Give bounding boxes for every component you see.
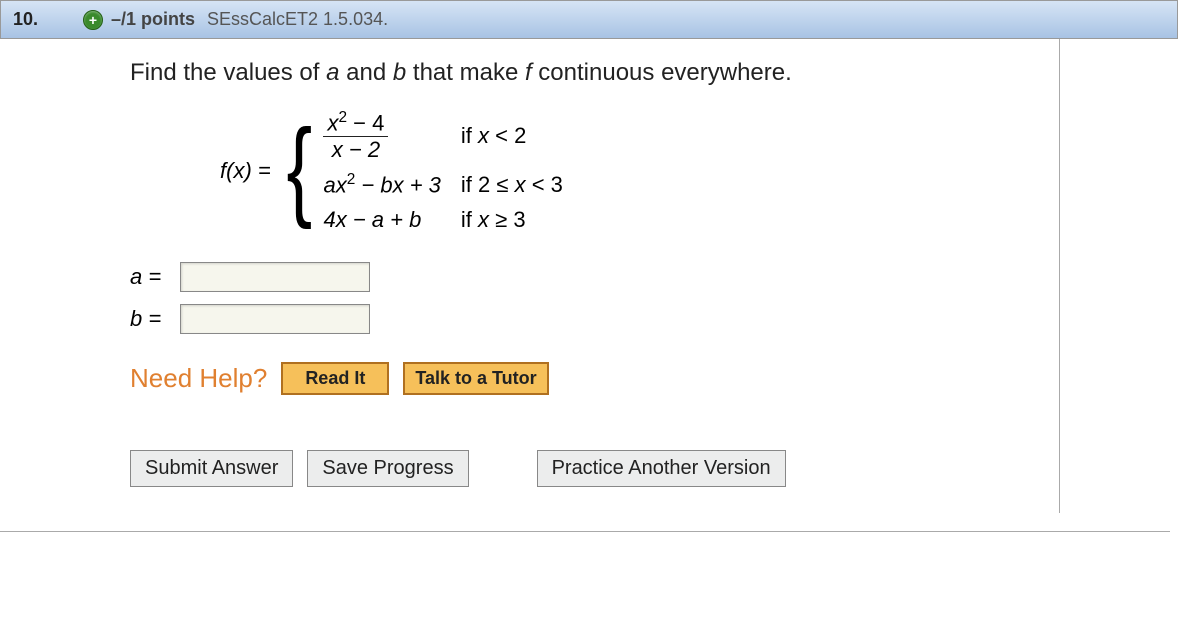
question-id: SEssCalcET2 1.5.034. (207, 9, 388, 30)
question-header: 10. + –/1 points SEssCalcET2 1.5.034. (0, 0, 1178, 39)
points-text: –/1 points (111, 9, 195, 30)
divider (0, 531, 1170, 532)
prompt-text: Find the values of (130, 59, 326, 86)
case-3-expr: 4x − a + b (323, 203, 460, 237)
fx-label: f(x) = (220, 158, 271, 183)
case-2-expr: ax2 − bx + 3 (323, 167, 460, 202)
math-text: 2 (347, 171, 356, 188)
submit-answer-button[interactable]: Submit Answer (130, 450, 293, 487)
save-progress-button[interactable]: Save Progress (307, 450, 468, 487)
math-text: < 3 (526, 172, 563, 197)
answer-a-row: a = (130, 262, 1029, 292)
var-a: a (326, 59, 339, 86)
action-row: Submit Answer Save Progress Practice Ano… (130, 450, 1029, 503)
answer-a-input[interactable] (180, 262, 370, 292)
answer-b-label: b = (130, 306, 161, 331)
question-prompt: Find the values of a and b that make f c… (130, 59, 1029, 87)
piecewise-function: f(x) = { x2 − 4 x − 2 if x < 2 ax2 − bx … (220, 105, 1029, 237)
math-text: if (461, 207, 478, 232)
prompt-text: and (339, 59, 392, 86)
case-1-expr: x2 − 4 x − 2 (323, 105, 460, 167)
answer-b-row: b = (130, 304, 1029, 334)
math-text: x (515, 172, 526, 197)
math-text: − 4 (347, 110, 384, 135)
var-b: b (393, 59, 406, 86)
read-it-button[interactable]: Read It (281, 362, 389, 395)
math-text: x (327, 110, 338, 135)
need-help-label: Need Help? (130, 363, 267, 394)
case-3-cond: if x ≥ 3 (461, 203, 563, 237)
case-2-cond: if 2 ≤ x < 3 (461, 167, 563, 202)
math-text: x (478, 207, 489, 232)
math-text: − bx + 3 (355, 173, 441, 198)
math-text: ax (323, 173, 346, 198)
prompt-text: that make (406, 59, 525, 86)
need-help-row: Need Help? Read It Talk to a Tutor (130, 362, 1029, 395)
practice-another-button[interactable]: Practice Another Version (537, 450, 786, 487)
math-text: 2 (338, 109, 347, 126)
var-f: f (525, 59, 532, 86)
math-text: if 2 ≤ (461, 172, 515, 197)
math-text: ≥ 3 (489, 207, 526, 232)
math-text: x − 2 (332, 137, 380, 162)
math-text: < 2 (489, 123, 526, 148)
answer-b-input[interactable] (180, 304, 370, 334)
math-text: x (478, 123, 489, 148)
prompt-text: continuous everywhere. (532, 59, 792, 86)
plus-icon[interactable]: + (83, 10, 103, 30)
math-text: 4x − a + b (323, 207, 421, 232)
answer-a-label: a = (130, 264, 161, 289)
talk-to-tutor-button[interactable]: Talk to a Tutor (403, 362, 548, 395)
question-number: 10. (13, 9, 83, 30)
question-content: Find the values of a and b that make f c… (110, 39, 1060, 513)
case-1-cond: if x < 2 (461, 105, 563, 167)
math-text: if (461, 123, 478, 148)
